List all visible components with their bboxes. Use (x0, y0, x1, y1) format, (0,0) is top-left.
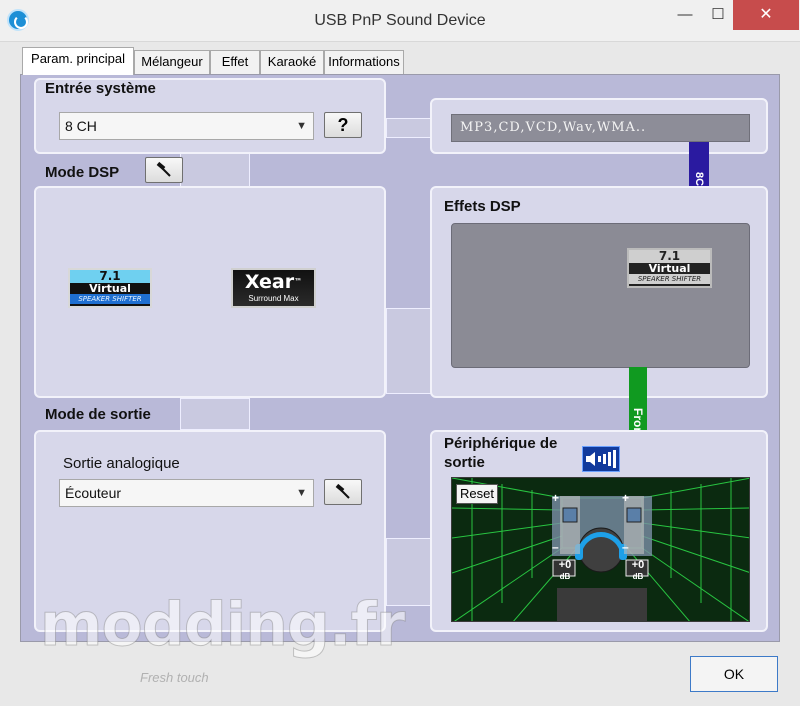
supported-formats-label: MP3,CD,VCD,Wav,WMA.. (451, 114, 750, 142)
hammer-icon (335, 483, 350, 499)
chevron-down-icon: ▼ (296, 487, 307, 499)
output-settings-button[interactable] (324, 479, 362, 505)
virtual-speaker-shifter-button[interactable]: 7.1 Virtual SPEAKER SHIFTER (68, 268, 152, 308)
output-device-title-line2: sortie (444, 454, 485, 471)
speaker-icon (586, 450, 616, 468)
maximize-button[interactable]: ☐ (702, 0, 734, 30)
effect-logo-word: Virtual (648, 262, 691, 275)
connector-dsp (180, 152, 250, 188)
left-db-value: +0 (558, 559, 572, 571)
connector-input (386, 118, 434, 138)
xear-logo-sub: Surround Max (248, 294, 299, 303)
system-input-select[interactable]: 8 CH ▼ (59, 112, 314, 140)
dsp-effects-title: Effets DSP (444, 198, 521, 215)
reset-button[interactable]: Reset (456, 484, 498, 504)
tab-mixer[interactable]: Mélangeur (134, 50, 210, 74)
xear-logo-main: Xear (244, 271, 295, 293)
output-device-select[interactable]: Écouteur ▼ (59, 479, 314, 507)
right-db-unit: dB (632, 572, 644, 581)
system-input-title: Entrée système (45, 80, 156, 97)
dsp-mode-settings-button[interactable] (145, 157, 183, 183)
left-channel-db: +0 dB (554, 558, 576, 582)
xear-surround-max-button[interactable]: Xear™ Surround Max (231, 268, 316, 308)
speaker-logo-word: Virtual (89, 282, 131, 295)
effect-logo-sub: SPEAKER SHIFTER (629, 274, 710, 284)
system-input-value: 8 CH (65, 118, 97, 134)
hammer-icon (156, 161, 171, 177)
tab-main-settings[interactable]: Param. principal (22, 47, 134, 75)
left-volume-minus[interactable]: – (552, 540, 559, 554)
left-volume-plus[interactable]: + (552, 491, 559, 505)
left-db-unit: dB (559, 572, 571, 581)
speaker-logo-sub: SPEAKER SHIFTER (70, 294, 150, 304)
ok-button[interactable]: OK (690, 656, 778, 692)
close-button[interactable]: ✕ (733, 0, 799, 30)
output-device-value: Écouteur (65, 485, 122, 501)
analog-output-label: Sortie analogique (63, 455, 180, 472)
help-button[interactable]: ? (324, 112, 362, 138)
output-mode-title: Mode de sortie (45, 406, 151, 423)
chevron-down-icon: ▼ (296, 120, 307, 132)
right-channel-db: +0 dB (627, 558, 649, 582)
right-volume-minus[interactable]: – (622, 540, 629, 554)
minimize-button[interactable]: — (668, 0, 702, 30)
watermark-logo: modding.fr (39, 590, 405, 661)
tab-information[interactable]: Informations (324, 50, 404, 74)
dsp-effects-display (451, 223, 750, 368)
speaker-level-icon[interactable] (582, 446, 620, 472)
watermark-tagline: Fresh touch (140, 670, 209, 685)
output-device-title-line1: Périphérique de (444, 435, 558, 452)
tab-karaoke[interactable]: Karaoké (260, 50, 324, 74)
right-volume-plus[interactable]: + (622, 491, 629, 505)
xear-logo-tm: ™ (294, 277, 303, 286)
dsp-mode-title: Mode DSP (45, 164, 120, 181)
connector-middle (386, 308, 434, 394)
right-db-value: +0 (631, 559, 645, 571)
connector-output (180, 398, 250, 430)
output-device-title: Périphérique de sortie (444, 434, 557, 472)
active-effect-logo: 7.1 Virtual SPEAKER SHIFTER (627, 248, 712, 288)
tab-effect[interactable]: Effet (210, 50, 260, 74)
